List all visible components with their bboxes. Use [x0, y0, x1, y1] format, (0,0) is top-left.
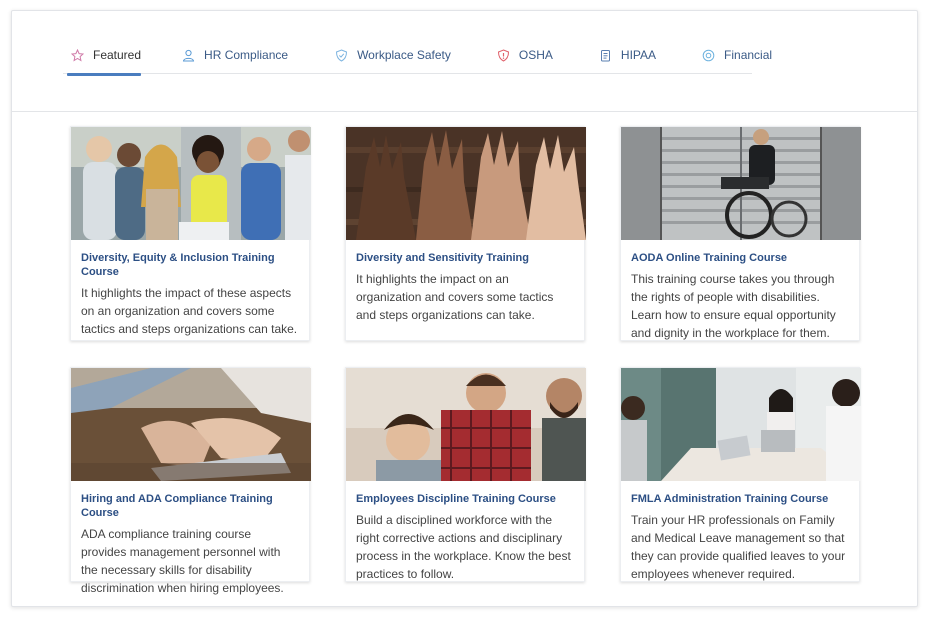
user-icon: [182, 49, 195, 62]
course-card-employees-discipline[interactable]: Employees Discipline Training Course Bui…: [345, 367, 586, 582]
course-catalog-panel: Featured HR Compliance Workplace Safety …: [11, 10, 918, 607]
course-image-office-meeting: [621, 368, 861, 481]
course-description: Train your HR professionals on Family an…: [631, 513, 846, 581]
course-description: It highlights the impact of these aspect…: [81, 286, 298, 336]
tab-hr-compliance[interactable]: HR Compliance: [182, 44, 288, 74]
star-icon: [71, 48, 84, 62]
tab-label: HIPAA: [620, 48, 657, 62]
course-image-group-smiling-people: [71, 127, 311, 240]
course-card-diversity-sensitivity[interactable]: Diversity and Sensitivity Training It hi…: [345, 126, 586, 341]
shield-icon: [335, 48, 348, 62]
clipboard-icon: [599, 49, 612, 62]
course-card-fmla[interactable]: FMLA Administration Training Course Trai…: [620, 367, 861, 582]
course-title[interactable]: Employees Discipline Training Course: [346, 481, 584, 506]
course-description: ADA compliance training course provides …: [81, 527, 284, 595]
divider: [12, 111, 917, 112]
tab-featured[interactable]: Featured: [67, 44, 142, 76]
course-description: This training course takes you through t…: [631, 272, 836, 340]
tab-hipaa[interactable]: HIPAA: [599, 44, 656, 74]
course-description: Build a disciplined workforce with the r…: [356, 513, 571, 581]
tab-label: Workplace Safety: [357, 48, 451, 62]
course-title[interactable]: Diversity, Equity & Inclusion Training C…: [71, 240, 309, 279]
course-description: It highlights the impact on an organizat…: [356, 272, 554, 322]
category-tabs: Featured HR Compliance Workplace Safety …: [63, 44, 772, 76]
course-title[interactable]: AODA Online Training Course: [621, 240, 859, 265]
tab-financial[interactable]: Financial: [702, 44, 772, 74]
course-title[interactable]: Diversity and Sensitivity Training: [346, 240, 584, 265]
tab-label: OSHA: [518, 48, 553, 62]
course-image-wheelchair-stairs: [621, 127, 861, 240]
coin-icon: [702, 49, 715, 62]
tab-label: HR Compliance: [204, 48, 289, 62]
tab-osha[interactable]: OSHA: [497, 44, 553, 74]
shield-alert-icon: [497, 48, 510, 62]
course-card-aoda[interactable]: AODA Online Training Course This trainin…: [620, 126, 861, 341]
course-title[interactable]: Hiring and ADA Compliance Training Cours…: [71, 481, 309, 520]
course-card-diversity-equity-inclusion[interactable]: Diversity, Equity & Inclusion Training C…: [70, 126, 311, 341]
course-image-handshake-tablet: [71, 368, 311, 481]
course-title[interactable]: FMLA Administration Training Course: [621, 481, 859, 506]
tab-label: Financial: [724, 48, 773, 62]
tab-workplace-safety[interactable]: Workplace Safety: [335, 44, 451, 74]
course-image-team-meeting: [346, 368, 586, 481]
tab-label: Featured: [93, 48, 142, 62]
course-card-hiring-ada[interactable]: Hiring and ADA Compliance Training Cours…: [70, 367, 311, 595]
course-image-diverse-hands: [346, 127, 586, 240]
